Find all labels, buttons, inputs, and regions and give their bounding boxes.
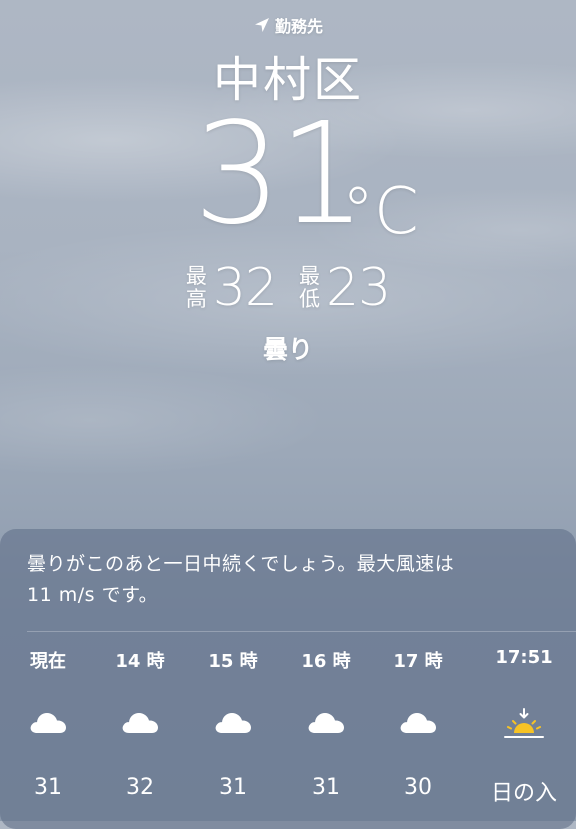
hour-temperature: 日の入 xyxy=(490,781,557,806)
forecast-summary-line-2: 11 m/s です。 xyxy=(27,584,159,606)
high-label-top: 最 xyxy=(185,264,207,288)
hour-label: 17 時 xyxy=(393,651,443,672)
hour-temperature: 30 xyxy=(404,775,432,800)
hour-temperature: 31 xyxy=(34,775,62,800)
hour-label: 15 時 xyxy=(208,651,258,672)
cloud-icon xyxy=(100,707,180,735)
low-temperature: 最 低 23 xyxy=(299,258,391,318)
cloud-icon xyxy=(286,707,366,735)
hour-temperature: 31 xyxy=(219,775,247,800)
cloud-icon xyxy=(378,707,458,735)
weather-condition: 曇り xyxy=(262,335,313,364)
low-label-bottom: 低 xyxy=(299,287,320,311)
high-label: 最 高 xyxy=(186,265,207,311)
hourly-forecast-card[interactable]: 曇りがこのあと一日中続くでしょう。最大風速は 11 m/s です。 現在 31 … xyxy=(0,529,576,829)
high-value: 32 xyxy=(212,258,278,318)
hour-label: 17:51 xyxy=(495,647,553,668)
forecast-summary-line-1: 曇りがこのあと一日中続くでしょう。最大風速は xyxy=(27,553,455,575)
hour-label: 16 時 xyxy=(301,651,351,672)
hour-temperature: 32 xyxy=(126,775,154,800)
high-temperature: 最 高 32 xyxy=(186,258,278,318)
location-arrow-icon xyxy=(253,16,271,34)
low-label-top: 最 xyxy=(299,264,320,288)
temperature-value: 31 xyxy=(193,93,367,256)
cloud-icon xyxy=(193,707,273,735)
forecast-summary: 曇りがこのあと一日中続くでしょう。最大風速は 11 m/s です。 xyxy=(27,549,547,611)
cloud-icon xyxy=(8,707,88,735)
sunset-icon xyxy=(484,707,564,741)
low-value: 23 xyxy=(326,258,391,318)
low-label: 最 低 xyxy=(299,265,320,311)
temperature-unit: °C xyxy=(342,175,419,249)
high-low-temperatures: 最 高 32 最 低 23 xyxy=(0,258,576,318)
hour-temperature: 31 xyxy=(312,775,340,800)
location-label-text: 勤務先 xyxy=(274,17,323,36)
location-label: 勤務先 xyxy=(0,13,576,37)
hour-label: 現在 xyxy=(30,651,66,672)
hour-label: 14 時 xyxy=(115,651,165,672)
card-divider xyxy=(27,631,576,632)
weather-screen: { "header": { "location_label": "勤務先", "… xyxy=(0,0,576,829)
high-label-bottom: 高 xyxy=(185,287,207,311)
current-temperature: 31 °C xyxy=(0,100,576,250)
